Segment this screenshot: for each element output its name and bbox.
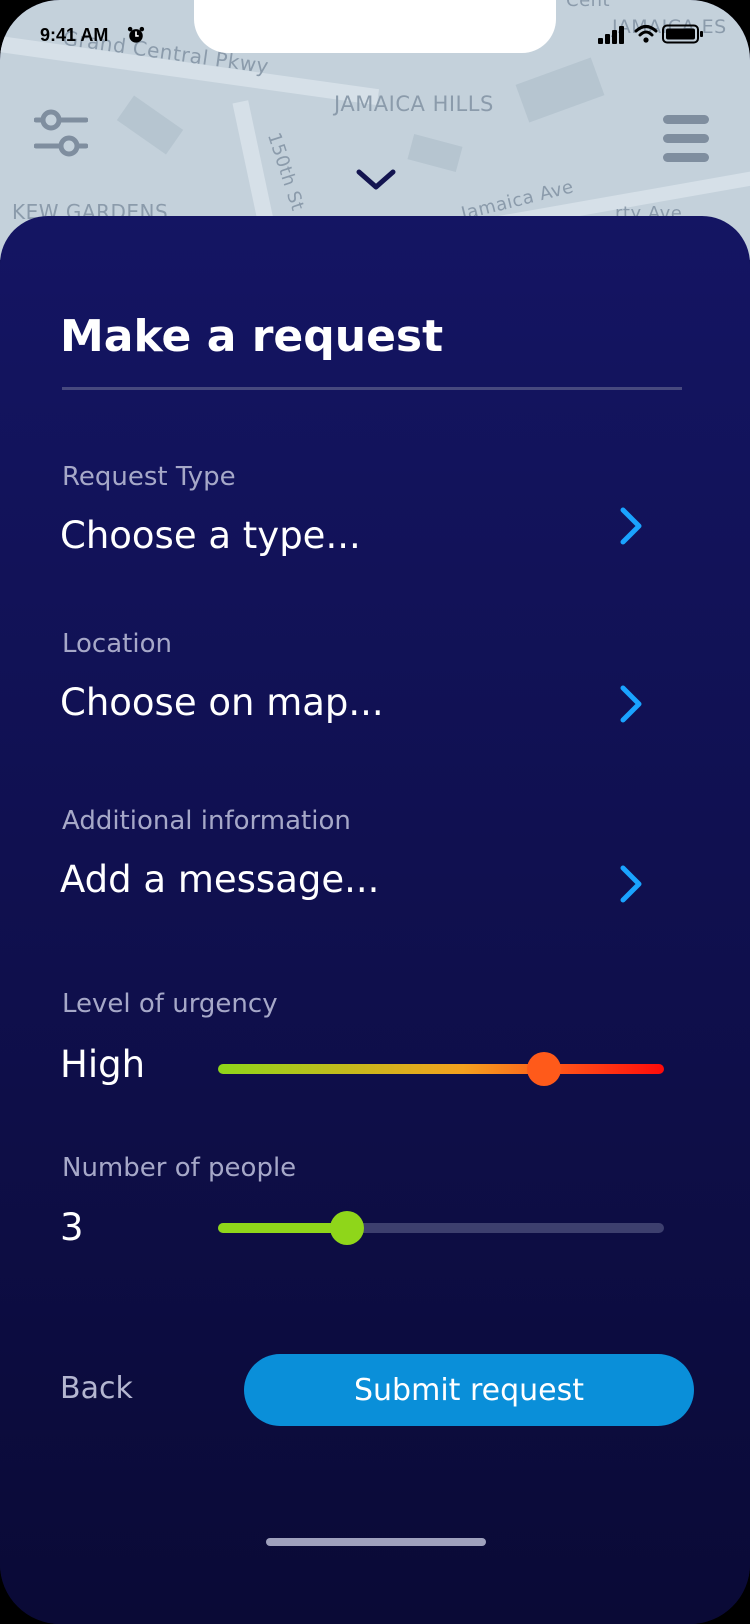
people-label: Number of people xyxy=(62,1153,297,1183)
chevron-right-icon[interactable] xyxy=(618,506,644,546)
map-block xyxy=(407,133,463,173)
chevron-right-icon[interactable] xyxy=(618,684,644,724)
back-button[interactable]: Back xyxy=(60,1371,133,1406)
location-value[interactable]: Choose on map... xyxy=(60,681,384,724)
urgency-slider-track[interactable] xyxy=(218,1064,664,1074)
map-block xyxy=(116,95,184,155)
page-title: Make a request xyxy=(60,311,444,362)
chevron-right-icon[interactable] xyxy=(618,864,644,904)
additional-info-label: Additional information xyxy=(62,806,351,836)
signal-icon xyxy=(598,26,624,44)
submit-request-label: Submit request xyxy=(354,1372,584,1408)
home-indicator xyxy=(266,1538,486,1546)
alarm-icon xyxy=(127,26,145,43)
device-notch xyxy=(194,0,556,53)
urgency-label: Level of urgency xyxy=(62,989,278,1019)
filter-icon[interactable] xyxy=(34,108,88,158)
phone-screen: Grand Central Pkwy JAMAICA HILLS 150th S… xyxy=(0,0,750,1624)
request-type-value[interactable]: Choose a type... xyxy=(60,514,361,557)
menu-icon[interactable] xyxy=(663,115,709,163)
request-sheet: Make a request Request Type Choose a typ… xyxy=(0,216,750,1624)
people-value: 3 xyxy=(60,1206,84,1249)
submit-request-button[interactable]: Submit request xyxy=(244,1354,694,1426)
location-label: Location xyxy=(62,629,172,659)
people-slider-thumb[interactable] xyxy=(330,1211,365,1245)
chevron-down-icon[interactable] xyxy=(356,169,396,191)
status-time: 9:41 AM xyxy=(40,25,109,45)
urgency-slider-thumb[interactable] xyxy=(526,1052,561,1086)
additional-info-value[interactable]: Add a message... xyxy=(60,858,379,901)
battery-icon xyxy=(662,24,703,44)
title-divider xyxy=(62,387,682,390)
map-label-cent: Cent xyxy=(566,0,611,11)
map-label-jamaica-hills: JAMAICA HILLS xyxy=(334,92,494,116)
people-slider-fill xyxy=(218,1223,348,1233)
map-block xyxy=(515,57,605,123)
request-type-label: Request Type xyxy=(62,462,236,492)
wifi-icon xyxy=(634,25,658,43)
urgency-value: High xyxy=(60,1043,146,1086)
